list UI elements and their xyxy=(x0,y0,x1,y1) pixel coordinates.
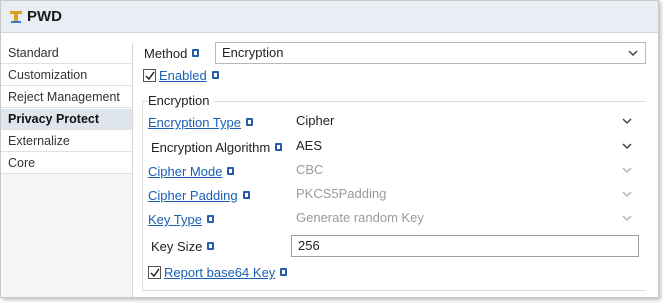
report-base64-checkbox[interactable] xyxy=(148,266,161,279)
key-type-select: Generate random Key xyxy=(290,208,639,230)
cipher-padding-link[interactable]: Cipher Padding xyxy=(148,188,238,203)
chevron-down-icon xyxy=(628,50,638,57)
info-icon[interactable] xyxy=(227,167,235,175)
info-icon[interactable] xyxy=(280,268,288,276)
info-icon[interactable] xyxy=(207,242,215,250)
encryption-type-link[interactable]: Encryption Type xyxy=(148,115,241,130)
method-label-text: Method xyxy=(144,46,188,61)
enabled-link[interactable]: Enabled xyxy=(159,68,207,83)
report-base64-field: Report base64 Key xyxy=(164,265,288,280)
group-title: Encryption xyxy=(148,93,214,108)
sidebar: Standard Customization Reject Management… xyxy=(1,43,133,297)
sidebar-item-core[interactable]: Core xyxy=(1,153,132,174)
properties-window: PWD Standard Customization Reject Manage… xyxy=(0,0,659,298)
cipher-mode-value: CBC xyxy=(296,162,324,177)
key-type-link[interactable]: Key Type xyxy=(148,212,202,227)
enabled-field: Enabled xyxy=(159,68,219,83)
sidebar-empty-area xyxy=(1,174,132,297)
sidebar-item-customization[interactable]: Customization xyxy=(1,65,132,86)
method-select-value: Encryption xyxy=(222,45,284,60)
info-icon[interactable] xyxy=(211,71,219,79)
key-type-label: Key Type xyxy=(148,212,214,227)
cipher-padding-select: PKCS5Padding xyxy=(290,184,639,206)
report-base64-link[interactable]: Report base64 Key xyxy=(164,265,275,280)
encryption-type-value: Cipher xyxy=(296,113,335,128)
info-icon[interactable] xyxy=(206,215,214,223)
method-label: Method xyxy=(144,46,200,61)
chevron-down-icon xyxy=(622,143,632,150)
cipher-mode-select: CBC xyxy=(290,160,639,182)
sidebar-item-privacy-protect[interactable]: Privacy Protect xyxy=(1,109,132,130)
encryption-algorithm-value: AES xyxy=(296,138,323,153)
key-size-input[interactable]: 256 xyxy=(291,235,639,257)
info-icon[interactable] xyxy=(275,143,283,151)
info-icon[interactable] xyxy=(192,49,200,57)
sidebar-item-reject-management[interactable]: Reject Management xyxy=(1,87,132,108)
header: PWD xyxy=(1,1,658,33)
cipher-mode-link[interactable]: Cipher Mode xyxy=(148,164,222,179)
encryption-type-label: Encryption Type xyxy=(148,115,253,130)
sidebar-item-externalize[interactable]: Externalize xyxy=(1,131,132,152)
encryption-algorithm-select[interactable]: AES xyxy=(290,136,639,158)
method-select[interactable]: Encryption xyxy=(215,42,646,64)
info-icon[interactable] xyxy=(242,191,250,199)
chevron-down-icon xyxy=(622,118,632,125)
enabled-checkbox[interactable] xyxy=(143,69,156,82)
component-icon xyxy=(10,11,22,23)
key-type-value: Generate random Key xyxy=(296,210,424,225)
cipher-padding-value: PKCS5Padding xyxy=(296,186,387,201)
info-icon[interactable] xyxy=(245,118,253,126)
check-icon xyxy=(145,71,155,81)
key-size-value: 256 xyxy=(298,238,320,253)
page-title: PWD xyxy=(27,8,62,25)
encryption-algorithm-label: Encryption Algorithm xyxy=(151,140,283,155)
chevron-down-icon xyxy=(622,215,632,222)
key-size-text: Key Size xyxy=(151,239,203,254)
cipher-mode-label: Cipher Mode xyxy=(148,164,235,179)
sidebar-item-standard[interactable]: Standard xyxy=(1,43,132,64)
chevron-down-icon xyxy=(622,167,632,174)
chevron-down-icon xyxy=(622,191,632,198)
encryption-type-select[interactable]: Cipher xyxy=(290,111,639,133)
key-size-label: Key Size xyxy=(151,239,215,254)
cipher-padding-label: Cipher Padding xyxy=(148,188,250,203)
check-icon xyxy=(150,268,160,278)
encryption-algorithm-text: Encryption Algorithm xyxy=(151,140,271,155)
